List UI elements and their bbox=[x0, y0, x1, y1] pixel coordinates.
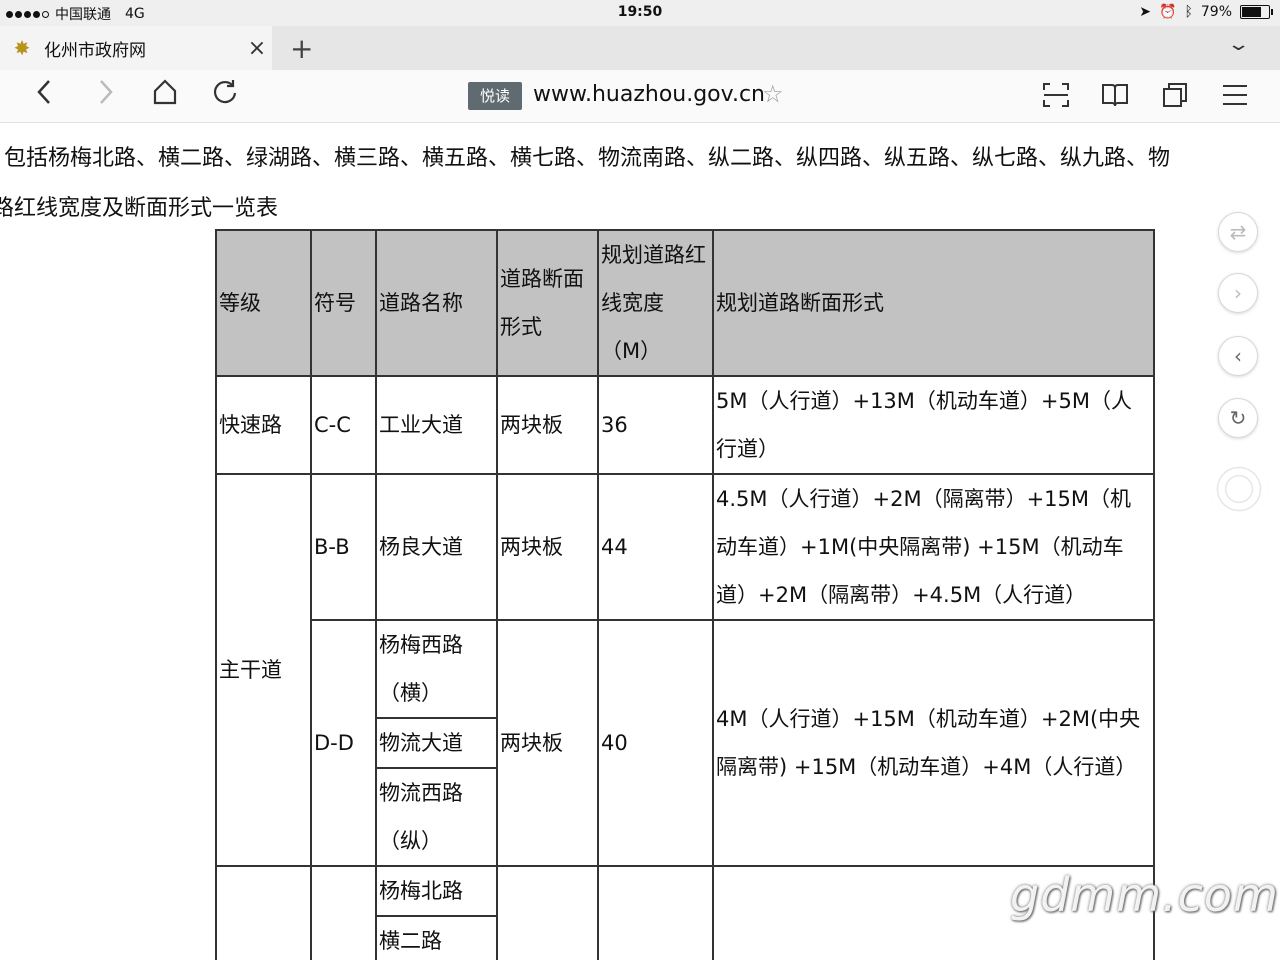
table-row: 快速路 C-C 工业大道 两块板 36 5M（人行道）+13M（机动车道）+5M… bbox=[215, 375, 1155, 475]
tab-close-icon[interactable]: × bbox=[242, 36, 272, 61]
cell-road: 杨梅北路 bbox=[375, 865, 498, 917]
table-header-row: 等级 符号 道路名称 道路断面形式 规划道路红线宽度（M） 规划道路断面形式 bbox=[215, 229, 1155, 377]
alarm-icon: ⏰ bbox=[1159, 4, 1177, 20]
location-icon: ➤ bbox=[1139, 4, 1152, 20]
back-button[interactable] bbox=[26, 78, 62, 113]
bluetooth-icon: ᛒ bbox=[1184, 4, 1193, 20]
cell-form: 4.5M（人行道）+2M（隔离带）+15M（机动车道）+1M(中央隔离带) +1… bbox=[712, 473, 1155, 621]
table-caption: 路红线宽度及断面形式一览表 bbox=[0, 196, 279, 221]
status-time: 19:50 bbox=[617, 4, 663, 20]
page-forward-icon[interactable]: › bbox=[1218, 273, 1258, 313]
bookmark-star-icon[interactable]: ☆ bbox=[762, 80, 784, 108]
cell-width bbox=[597, 865, 714, 960]
cell-grade bbox=[215, 865, 312, 960]
chevron-right-icon bbox=[100, 80, 113, 104]
cell-road: 杨良大道 bbox=[375, 473, 498, 621]
status-right: ➤ ⏰ ᛒ 79% bbox=[1139, 4, 1273, 20]
reader-book-icon[interactable] bbox=[1101, 82, 1129, 108]
cell-section: 两块板 bbox=[496, 473, 599, 621]
table-row: D-D 杨梅西路（横） 两块板 40 4M（人行道）+15M（机动车道）+2M(… bbox=[216, 619, 1155, 867]
cell-section: 两块板 bbox=[496, 375, 599, 475]
page-back-icon[interactable]: ‹ bbox=[1218, 336, 1258, 376]
status-bar: 中国联通 4G 19:50 ➤ ⏰ ᛒ 79% bbox=[0, 0, 1280, 26]
url-field[interactable]: www.huazhou.gov.cn bbox=[533, 82, 765, 107]
cell-grade: 主干道 bbox=[215, 473, 312, 867]
read-mode-button[interactable]: 悦读 bbox=[468, 82, 522, 110]
header-width: 规划道路红线宽度（M） bbox=[597, 229, 714, 377]
reload-icon bbox=[213, 80, 237, 104]
menu-icon[interactable] bbox=[1221, 82, 1249, 108]
home-button[interactable] bbox=[147, 78, 183, 113]
cell-width: 36 bbox=[597, 375, 714, 475]
cell-symbol: C-C bbox=[310, 375, 377, 475]
tab-bar: ✸ 化州市政府网 × + ⌄ bbox=[0, 26, 1280, 70]
table-row: 主干道 B-B 杨良大道 两块板 44 4.5M（人行道）+2M（隔离带）+15… bbox=[215, 473, 1155, 867]
battery-icon bbox=[1240, 5, 1273, 19]
chevron-down-icon[interactable]: ⌄ bbox=[1226, 34, 1250, 55]
cell-road: 物流西路（纵） bbox=[375, 767, 498, 867]
site-watermark: gdmm.com bbox=[1010, 868, 1279, 922]
cell-form: 4M（人行道）+15M（机动车道）+2M(中央隔离带) +15M（机动车道）+4… bbox=[712, 619, 1155, 867]
header-section-form: 规划道路断面形式 bbox=[712, 229, 1155, 377]
forward-button[interactable] bbox=[88, 78, 124, 113]
header-symbol: 符号 bbox=[310, 229, 377, 377]
intro-paragraph: 包括杨梅北路、横二路、绿湖路、横三路、横五路、横七路、物流南路、纵二路、纵四路、… bbox=[4, 146, 1171, 171]
header-road-name: 道路名称 bbox=[375, 229, 498, 377]
cell-symbol: B-B bbox=[310, 473, 377, 621]
tab-active[interactable]: ✸ 化州市政府网 × bbox=[0, 26, 272, 70]
road-width-table: 等级 符号 道路名称 道路断面形式 规划道路红线宽度（M） 规划道路断面形式 快… bbox=[215, 229, 1155, 960]
cell-section bbox=[496, 865, 599, 960]
site-favicon-icon: ✸ bbox=[13, 36, 31, 60]
cell-width: 40 bbox=[597, 619, 714, 867]
tabs-overview-icon[interactable] bbox=[1161, 82, 1189, 108]
new-tab-button[interactable]: + bbox=[290, 32, 313, 65]
page-content: 包括杨梅北路、横二路、绿湖路、横三路、横五路、横七路、物流南路、纵二路、纵四路、… bbox=[0, 122, 1280, 960]
cell-grade: 快速路 bbox=[215, 375, 312, 475]
cell-form: 5M（人行道）+13M（机动车道）+5M（人行道） bbox=[712, 375, 1155, 475]
cell-symbol: D-D bbox=[310, 619, 377, 867]
cell-road: 杨梅西路（横） bbox=[375, 619, 498, 719]
cell-road: 物流大道 bbox=[375, 717, 498, 769]
swap-arrows-icon[interactable]: ⇄ bbox=[1218, 212, 1258, 252]
floating-gesture-button[interactable] bbox=[1210, 460, 1268, 518]
reload-button[interactable] bbox=[207, 78, 243, 113]
cell-road: 工业大道 bbox=[375, 375, 498, 475]
address-bar: 悦读 www.huazhou.gov.cn ☆ bbox=[0, 70, 1280, 123]
battery-percent: 79% bbox=[1200, 4, 1232, 20]
chevron-left-icon bbox=[37, 80, 50, 104]
cell-symbol bbox=[310, 865, 377, 960]
header-grade: 等级 bbox=[215, 229, 312, 377]
cell-width: 44 bbox=[597, 473, 714, 621]
home-icon bbox=[153, 79, 177, 105]
cell-section: 两块板 bbox=[496, 619, 599, 867]
scan-icon[interactable] bbox=[1042, 82, 1070, 108]
refresh-float-icon[interactable]: ↻ bbox=[1218, 398, 1258, 438]
header-section-type: 道路断面形式 bbox=[496, 229, 599, 377]
cell-road: 横二路 bbox=[375, 915, 498, 960]
tab-title: 化州市政府网 bbox=[44, 40, 146, 61]
battery-fill bbox=[1242, 7, 1261, 17]
